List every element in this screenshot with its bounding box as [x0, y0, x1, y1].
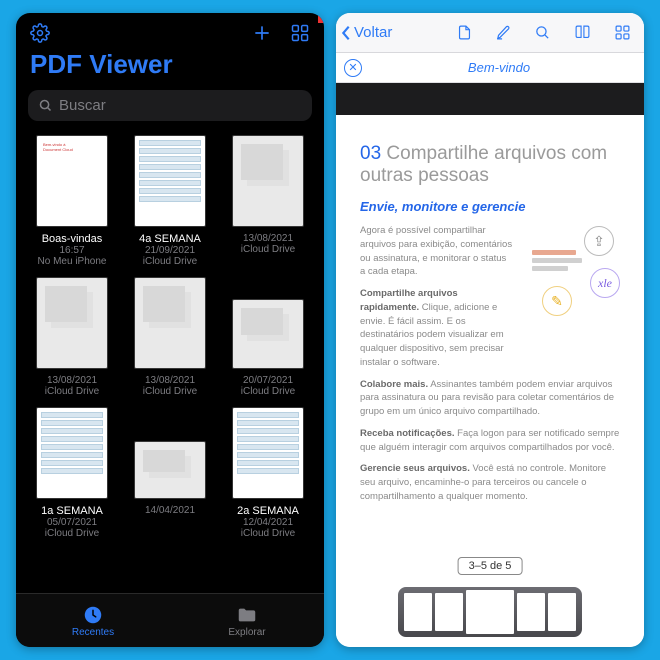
illustration: ⇪ xle ✎ [528, 224, 620, 320]
file-browser-panel: PDF Viewer Buscar Bem-vindo àDocument Cl… [16, 13, 324, 647]
file-item[interactable]: 14/04/2021 [122, 403, 218, 541]
tab-strip: ✕ Bem-vindo [336, 53, 644, 83]
signature-icon: xle [590, 268, 620, 298]
file-item[interactable]: Bem-vindo àDocument Cloud Boas-vindas 16… [24, 131, 120, 269]
files-grid: Bem-vindo àDocument Cloud Boas-vindas 16… [16, 131, 324, 593]
tab-recents[interactable]: Recentes [16, 594, 170, 647]
file-item[interactable]: 13/08/2021 iCloud Drive [220, 131, 316, 269]
search-icon [534, 24, 551, 41]
add-button[interactable] [252, 23, 272, 43]
page-thumb[interactable] [435, 593, 463, 631]
gear-icon [30, 23, 50, 43]
clock-icon [82, 604, 104, 626]
thumbnails-button[interactable] [605, 24, 640, 41]
file-item[interactable]: 4a SEMANA 21/09/2021 iCloud Drive [122, 131, 218, 269]
document-icon [456, 24, 473, 41]
paragraph: Compartilhe arquivos rapidamente. Clique… [360, 287, 514, 370]
chevron-left-icon [340, 24, 352, 42]
plus-icon [252, 23, 272, 43]
back-button[interactable]: Voltar [340, 24, 392, 42]
file-item[interactable]: 13/08/2021 iCloud Drive [24, 273, 120, 399]
file-item[interactable]: 2a SEMANA 12/04/2021 iCloud Drive [220, 403, 316, 541]
page-thumbnail-tray[interactable] [398, 587, 582, 637]
bottom-tab-bar: Recentes Explorar [16, 593, 324, 647]
search-button[interactable] [525, 24, 560, 41]
search-icon [38, 98, 53, 113]
page-heading: 03 Compartilhe arquivos com outras pesso… [360, 143, 620, 187]
page-subheading: Envie, monitore e gerencie [360, 199, 620, 214]
grid-icon [290, 23, 310, 43]
page-thumb-active[interactable] [466, 590, 514, 634]
bookmark-button[interactable] [564, 24, 601, 41]
intro-paragraph: Agora é possível compartilhar arquivos p… [360, 224, 514, 279]
search-placeholder: Buscar [59, 97, 106, 114]
file-item[interactable]: 13/08/2021 iCloud Drive [122, 273, 218, 399]
paragraph: Gerencie seus arquivos. Você está no con… [360, 462, 620, 503]
search-input[interactable]: Buscar [28, 90, 312, 121]
page-thumb[interactable] [548, 593, 576, 631]
book-icon [573, 24, 592, 41]
view-mode-button[interactable] [290, 23, 310, 43]
settings-button[interactable] [30, 23, 50, 43]
page-thumb[interactable] [517, 593, 545, 631]
file-item[interactable]: 20/07/2021 iCloud Drive [220, 273, 316, 399]
annotate-button[interactable] [486, 24, 521, 41]
close-icon: ✕ [348, 61, 357, 74]
document-title: Bem-vindo [362, 60, 636, 75]
close-tab-button[interactable]: ✕ [344, 59, 362, 77]
share-icon: ⇪ [584, 226, 614, 256]
file-item[interactable]: 1a SEMANA 05/07/2021 iCloud Drive [24, 403, 120, 541]
comment-icon: ✎ [542, 286, 572, 316]
viewer-toolbar: Voltar [336, 13, 644, 53]
page-gap [336, 83, 644, 115]
folder-icon [236, 604, 258, 626]
paragraph: Receba notificações. Faça logon para ser… [360, 427, 620, 455]
document-viewer-panel: Voltar ✕ Bem-vindo 03 Compartilhe arquiv… [336, 13, 644, 647]
page-thumb[interactable] [404, 593, 432, 631]
paragraph: Colabore mais. Assinantes também podem e… [360, 378, 620, 419]
top-toolbar [16, 13, 324, 47]
app-title: PDF Viewer [16, 47, 324, 90]
document-page[interactable]: 03 Compartilhe arquivos com outras pesso… [336, 115, 644, 647]
grid-icon [614, 24, 631, 41]
outline-button[interactable] [447, 24, 482, 41]
pen-icon [495, 24, 512, 41]
page-indicator: 3–5 de 5 [458, 557, 523, 575]
tab-explore[interactable]: Explorar [170, 594, 324, 647]
